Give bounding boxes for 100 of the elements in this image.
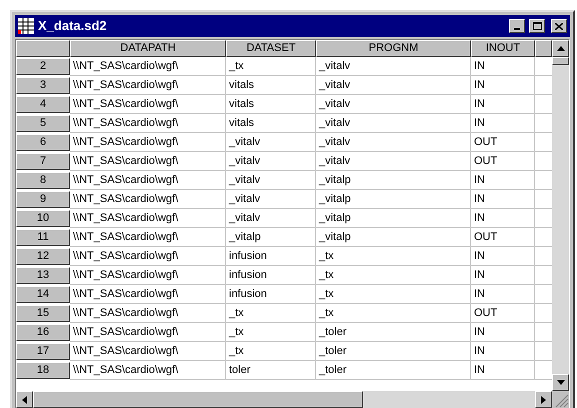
table-cell: \\NT_SAS\cardio\wgf\ [70,57,226,76]
row-header[interactable]: 9 [16,191,70,208]
close-button[interactable] [551,19,567,33]
table-cell: _vitalv [226,152,316,171]
row-header[interactable]: 4 [16,96,70,113]
table-cell: _tx [316,266,471,285]
table-cell: vitals [226,76,316,95]
table-cell: _vitalv [226,171,316,190]
scroll-right-button[interactable] [535,391,552,408]
table-cell: _vitalp [316,171,471,190]
table-cell: IN [471,266,535,285]
row-header[interactable]: 5 [16,115,70,132]
table-cell: \\NT_SAS\cardio\wgf\ [70,266,226,285]
minimize-button[interactable] [509,19,525,33]
row-header[interactable]: 10 [16,210,70,227]
table-cell: OUT [471,152,535,171]
table-cell: _vitalp [316,228,471,247]
row-header[interactable]: 7 [16,153,70,170]
row-header[interactable]: 13 [16,267,70,284]
table-cell: _vitalv [316,57,471,76]
table-cell: \\NT_SAS\cardio\wgf\ [70,133,226,152]
table-cell: _toler [316,342,471,361]
close-icon [555,22,563,30]
window-title: X_data.sd2 [38,17,108,36]
table-cell: _vitalv [316,114,471,133]
table-cell: IN [471,57,535,76]
scroll-thumb[interactable] [552,57,569,65]
table-cell: IN [471,323,535,342]
row-header[interactable]: 2 [16,58,70,75]
table-cell: \\NT_SAS\cardio\wgf\ [70,171,226,190]
table-cell: _toler [316,361,471,380]
table-cell: _vitalv [226,209,316,228]
table-cell: _tx [316,304,471,323]
table-cell: \\NT_SAS\cardio\wgf\ [70,228,226,247]
table-cell: _tx [316,285,471,304]
column-header[interactable]: INOUT [471,40,535,57]
table-cell: \\NT_SAS\cardio\wgf\ [70,152,226,171]
row-header[interactable]: 6 [16,134,70,151]
maximize-button[interactable] [529,19,545,33]
row-header[interactable]: 18 [16,362,70,379]
table-cell: IN [471,76,535,95]
minimize-icon [514,28,520,30]
table-cell: _tx [316,247,471,266]
scroll-left-button[interactable] [16,391,33,408]
table-cell: OUT [471,228,535,247]
table-cell: vitals [226,114,316,133]
table-cell: IN [471,114,535,133]
row-header[interactable]: 15 [16,305,70,322]
table-cell: IN [471,209,535,228]
horizontal-scrollbar[interactable] [16,391,552,408]
vertical-scrollbar[interactable] [552,40,569,391]
scroll-up-button[interactable] [552,40,569,57]
down-arrow-icon [556,380,564,385]
scroll-down-button[interactable] [552,374,569,391]
table-cell: \\NT_SAS\cardio\wgf\ [70,76,226,95]
table-cell: IN [471,95,535,114]
scroll-thumb[interactable] [33,391,363,408]
row-header[interactable]: 17 [16,343,70,360]
table-cell: \\NT_SAS\cardio\wgf\ [70,247,226,266]
column-header[interactable]: PROGNM [316,40,471,57]
table-cell: OUT [471,133,535,152]
table-cell: OUT [471,304,535,323]
table-cell: _vitalp [316,190,471,209]
row-header[interactable]: 16 [16,324,70,341]
row-header[interactable]: 11 [16,229,70,246]
row-header[interactable]: 14 [16,286,70,303]
column-header[interactable] [535,40,552,57]
table-cell: \\NT_SAS\cardio\wgf\ [70,95,226,114]
table-cell: _toler [316,323,471,342]
table-cell: \\NT_SAS\cardio\wgf\ [70,323,226,342]
table-cell: toler [226,361,316,380]
table-cell: \\NT_SAS\cardio\wgf\ [70,304,226,323]
table-cell: _tx [226,304,316,323]
table-cell: \\NT_SAS\cardio\wgf\ [70,285,226,304]
row-header[interactable]: 12 [16,248,70,265]
table-cell: _vitalv [316,133,471,152]
table-cell: \\NT_SAS\cardio\wgf\ [70,190,226,209]
row-header[interactable]: 8 [16,172,70,189]
table-cell: \\NT_SAS\cardio\wgf\ [70,361,226,380]
table-icon [18,18,34,34]
table-cell: vitals [226,95,316,114]
left-arrow-icon [22,396,27,404]
table-cell: _vitalv [316,152,471,171]
table-cell: _vitalv [226,133,316,152]
table-cell: _vitalp [316,209,471,228]
right-arrow-icon [541,396,546,404]
table-cell: _vitalv [316,76,471,95]
table-cell: IN [471,342,535,361]
table-cell: _tx [226,342,316,361]
row-header[interactable]: 3 [16,77,70,94]
table-cell: IN [471,190,535,209]
table-cell: _vitalv [316,95,471,114]
table-cell: _tx [226,323,316,342]
column-header[interactable]: DATASET [226,40,316,57]
table-cell: IN [471,285,535,304]
column-header[interactable]: DATAPATH [70,40,226,57]
table-cell: _vitalv [226,190,316,209]
table-cell: \\NT_SAS\cardio\wgf\ [70,342,226,361]
maximize-icon [532,22,542,30]
table-cell: IN [471,361,535,380]
